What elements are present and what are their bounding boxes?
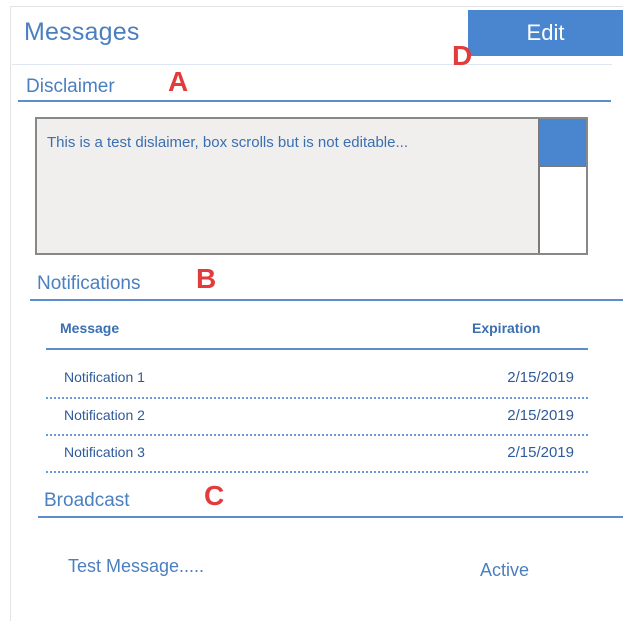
broadcast-message[interactable]: Test Message..... — [68, 556, 204, 577]
column-header-message: Message — [60, 320, 120, 336]
notification-message: Notification 3 — [64, 444, 145, 460]
marker-c: C — [204, 480, 225, 511]
table-row[interactable]: Notification 1 2/15/2019 — [64, 365, 588, 395]
notification-message: Notification 1 — [64, 369, 145, 385]
disclaimer-text: This is a test dislaimer, box scrolls bu… — [47, 134, 408, 151]
row-divider — [46, 471, 588, 473]
disclaimer-divider — [18, 100, 611, 102]
scrollbar-thumb[interactable] — [540, 119, 586, 167]
messages-panel — [10, 6, 623, 621]
notifications-divider — [30, 299, 623, 301]
marker-b: B — [196, 263, 217, 294]
marker-d: D — [452, 40, 473, 71]
column-header-expiration: Expiration — [472, 320, 541, 336]
broadcast-label: Broadcast — [44, 490, 130, 511]
page-title: Messages — [24, 18, 140, 46]
notifications-label: Notifications — [37, 273, 141, 294]
marker-a: A — [168, 66, 189, 97]
broadcast-divider — [38, 516, 623, 518]
disclaimer-label: Disclaimer — [26, 76, 115, 97]
disclaimer-scrollbar[interactable] — [538, 119, 586, 253]
title-divider — [12, 64, 612, 65]
row-divider — [46, 397, 588, 399]
table-header-divider — [46, 348, 588, 350]
notification-expiration: 2/15/2019 — [507, 444, 574, 461]
notification-message: Notification 2 — [64, 407, 145, 423]
edit-button[interactable]: Edit — [468, 10, 623, 56]
notification-expiration: 2/15/2019 — [507, 407, 574, 424]
disclaimer-textbox[interactable]: This is a test dislaimer, box scrolls bu… — [35, 117, 588, 255]
notification-expiration: 2/15/2019 — [507, 369, 574, 386]
table-row[interactable]: Notification 3 2/15/2019 — [64, 440, 588, 470]
broadcast-status: Active — [480, 560, 530, 580]
row-divider — [46, 434, 588, 436]
table-row[interactable]: Notification 2 2/15/2019 — [64, 403, 588, 433]
